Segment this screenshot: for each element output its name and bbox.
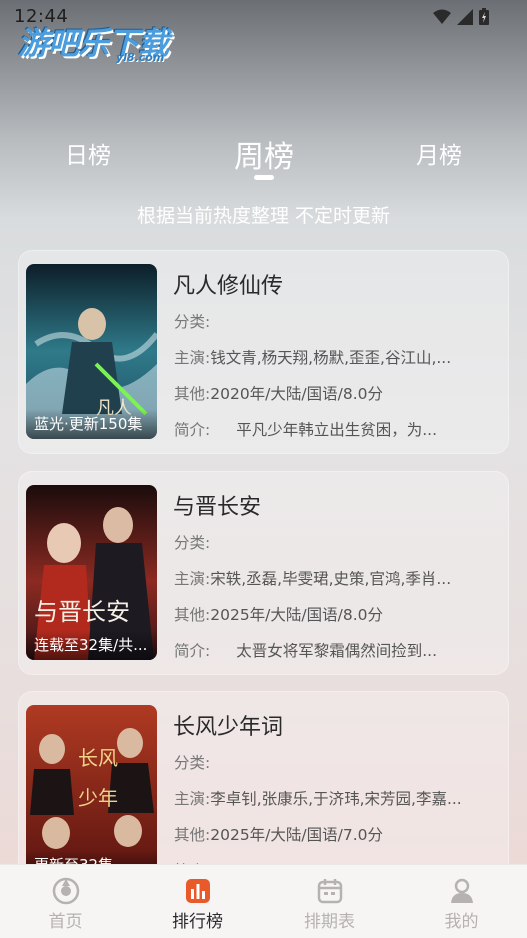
other-value: 2025年/大陆/国语/8.0分: [210, 606, 383, 624]
ranking-tabs: 日榜 周榜 月榜: [0, 128, 527, 188]
bottom-nav: 首页 排行榜 排期表 我的: [0, 864, 527, 938]
poster-image[interactable]: 长风 少年 更新至32集: [26, 705, 157, 880]
synopsis-value: 太晋女将军黎霜偶然间捡到...: [236, 642, 438, 660]
item-cast: 主演:宋轶,丞磊,毕雯珺,史策,官鸿,季肖...: [174, 567, 494, 589]
other-value: 2025年/大陆/国语/7.0分: [210, 826, 383, 844]
cast-value: 李卓钊,张康乐,于济玮,宋芳园,李嘉...: [210, 790, 462, 808]
poster-image[interactable]: 与晋长安 连载至32集/共...: [26, 485, 157, 660]
profile-icon: [450, 878, 473, 903]
item-category: 分类:: [174, 310, 494, 332]
tab-weekly[interactable]: 周榜: [234, 132, 294, 176]
item-title: 长风少年词: [173, 715, 284, 740]
ranking-subtitle: 根据当前热度整理 不定时更新: [136, 205, 391, 227]
other-label: 其他:: [174, 606, 211, 624]
calendar-icon: [317, 879, 342, 904]
item-synopsis: 简介: 平凡少年韩立出生贫困，为...: [174, 418, 494, 440]
nav-ranking-label: 排行榜: [172, 912, 223, 932]
svg-text:与晋长安: 与晋长安: [34, 598, 130, 626]
cast-label: 主演:: [174, 570, 211, 588]
cast-label: 主演:: [174, 790, 211, 808]
cast-value: 宋轶,丞磊,毕雯珺,史策,官鸿,季肖...: [210, 570, 452, 588]
item-cast: 主演:钱文青,杨天翔,杨默,歪歪,谷江山,...: [174, 346, 494, 368]
signal-icon: [457, 8, 473, 25]
category-label: 分类:: [174, 313, 211, 331]
battery-icon: [479, 8, 489, 25]
poster-badge: 蓝光·更新150集: [26, 409, 157, 439]
app-logo: 游吧乐下载 yl8.com: [18, 18, 186, 70]
nav-ranking[interactable]: 排行榜: [132, 865, 263, 938]
item-other: 其他:2025年/大陆/国语/7.0分: [174, 823, 494, 845]
svg-text:少年: 少年: [78, 786, 118, 810]
other-label: 其他:: [174, 826, 211, 844]
synopsis-label: 简介:: [174, 642, 211, 660]
nav-schedule[interactable]: 排期表: [264, 865, 395, 938]
category-label: 分类:: [174, 754, 211, 772]
svg-text:长风: 长风: [78, 746, 118, 770]
item-cast: 主演:李卓钊,张康乐,于济玮,宋芳园,李嘉...: [174, 787, 494, 809]
item-other: 其他:2025年/大陆/国语/8.0分: [174, 603, 494, 625]
item-title: 与晋长安: [173, 495, 262, 520]
system-icons: [433, 8, 489, 25]
synopsis-value: 平凡少年韩立出生贫困，为...: [236, 421, 438, 439]
logo-domain: yl8.com: [116, 51, 165, 64]
poster-image[interactable]: 凡人 蓝光·更新150集: [26, 264, 157, 439]
other-value: 2020年/大陆/国语/8.0分: [210, 385, 383, 403]
list-item[interactable]: 与晋长安 连载至32集/共... 与晋长安 分类: 主演:宋轶,丞磊,毕雯珺,史…: [18, 471, 509, 675]
item-category: 分类:: [174, 531, 494, 553]
cast-label: 主演:: [174, 349, 211, 367]
tab-monthly[interactable]: 月榜: [416, 136, 462, 170]
synopsis-label: 简介:: [174, 421, 211, 439]
home-icon: [52, 877, 79, 905]
ranking-icon: [185, 879, 210, 903]
nav-home[interactable]: 首页: [0, 865, 131, 938]
nav-profile[interactable]: 我的: [396, 865, 527, 938]
poster-badge: 连载至32集/共...: [26, 630, 157, 660]
item-title: 凡人修仙传: [173, 274, 284, 299]
other-label: 其他:: [174, 385, 211, 403]
tab-indicator: [254, 175, 274, 180]
tab-daily[interactable]: 日榜: [65, 136, 111, 170]
list-item[interactable]: 凡人 蓝光·更新150集 凡人修仙传 分类: 主演:钱文青,杨天翔,杨默,歪歪,…: [18, 250, 509, 454]
category-label: 分类:: [174, 534, 211, 552]
item-other: 其他:2020年/大陆/国语/8.0分: [174, 382, 494, 404]
item-synopsis: 简介: 太晋女将军黎霜偶然间捡到...: [174, 639, 494, 661]
cast-value: 钱文青,杨天翔,杨默,歪歪,谷江山,...: [210, 349, 452, 367]
item-category: 分类:: [174, 751, 494, 773]
wifi-icon: [433, 9, 451, 24]
nav-schedule-label: 排期表: [304, 912, 355, 932]
nav-profile-label: 我的: [444, 912, 479, 932]
nav-home-label: 首页: [48, 912, 83, 932]
